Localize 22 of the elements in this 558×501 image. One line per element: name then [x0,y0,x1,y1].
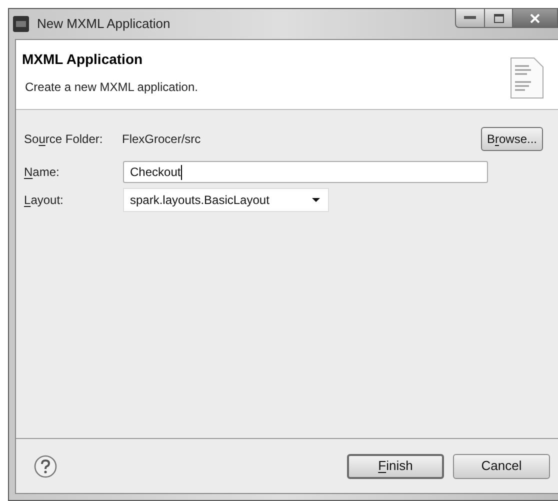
layout-label: Layout: [24,192,64,209]
window-title: New MXML Application [37,15,170,34]
source-folder-value: FlexGrocer/src [122,130,201,148]
page-title: MXML Application [22,50,144,69]
source-folder-label: Source Folder: [24,130,104,148]
browse-button[interactable]: Browse... [480,126,543,150]
name-field[interactable]: Checkout [123,161,488,183]
app-icon [13,16,29,32]
close-button[interactable] [513,8,558,28]
layout-dropdown[interactable]: spark.layouts.BasicLayout [123,188,329,212]
document-icon [510,57,544,99]
maximize-icon [494,14,504,22]
dialog-button[interactable]: Finish [347,454,444,478]
name-label: Name: [24,164,60,181]
close-icon [530,14,540,22]
dialog-button[interactable]: Cancel [453,454,550,478]
help-icon[interactable] [34,454,57,478]
maximize-button[interactable] [485,8,513,28]
dropdown-arrow-icon [312,198,320,202]
page-description: Create a new MXML application. [24,79,198,96]
minimize-icon [464,16,476,20]
minimize-button[interactable] [455,8,485,28]
